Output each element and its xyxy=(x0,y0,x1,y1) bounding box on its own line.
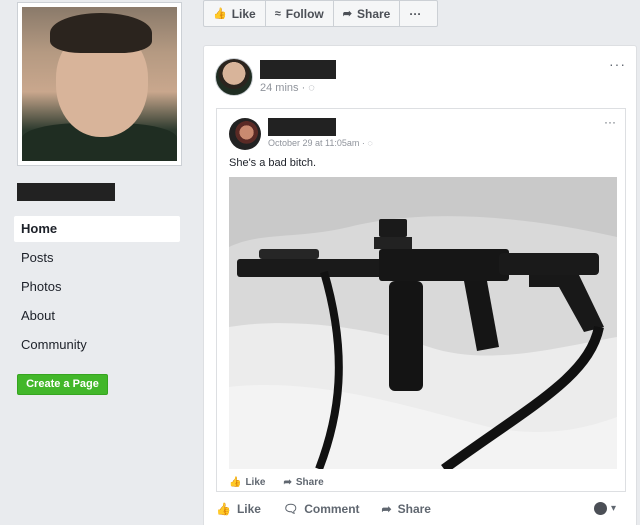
shared-post-text: She's a bad bitch. xyxy=(229,157,317,169)
profile-name-redacted xyxy=(17,183,115,201)
chevron-down-icon: ▾ xyxy=(610,503,616,514)
post-author-name-redacted xyxy=(260,60,336,79)
shared-like-button[interactable]: 👍 Like xyxy=(229,477,265,488)
shared-share-label: Share xyxy=(295,477,324,488)
follow-label: Follow xyxy=(285,6,324,21)
post-timestamp[interactable]: 24 mins · ◌ xyxy=(260,82,315,94)
shared-post-timestamp[interactable]: October 29 at 11:05am · ◌ xyxy=(268,138,373,148)
feed-post: 24 mins · ◌ ··· October 29 at 11:05am · … xyxy=(203,45,637,525)
share-arrow-icon: ➦ xyxy=(283,477,292,488)
nav-item-community[interactable]: Community xyxy=(14,332,180,358)
post-options-menu[interactable]: ··· xyxy=(609,56,626,72)
shared-post-author-name-redacted xyxy=(268,118,336,136)
shared-share-button[interactable]: ➦ Share xyxy=(283,477,323,488)
post-actions: 👍 Like 🗨 Comment ➦ Share xyxy=(216,502,431,516)
thumbs-up-icon: 👍 xyxy=(216,502,231,516)
audience-selector[interactable]: ▾ xyxy=(593,502,616,515)
thumbs-up-icon: 👍 xyxy=(213,8,227,20)
profile-picture-hair xyxy=(50,13,152,53)
comment-button[interactable]: 🗨 Comment xyxy=(283,502,360,516)
nav-item-posts[interactable]: Posts xyxy=(14,245,180,271)
nav-item-photos[interactable]: Photos xyxy=(14,274,180,300)
post-author-avatar[interactable] xyxy=(215,58,253,96)
nav-item-home[interactable]: Home xyxy=(14,216,180,242)
nav-item-about[interactable]: About xyxy=(14,303,180,329)
profile-picture[interactable] xyxy=(22,7,177,161)
profile-nav: Home Posts Photos About Community xyxy=(14,216,180,361)
share-arrow-icon: ➦ xyxy=(342,8,352,20)
rss-icon: ≈ xyxy=(274,7,281,20)
share-arrow-icon: ➦ xyxy=(381,502,392,516)
follow-button[interactable]: ≈ Follow xyxy=(266,1,334,26)
more-options-button[interactable]: ··· xyxy=(400,1,430,26)
like-button[interactable]: 👍 Like xyxy=(216,502,261,516)
comment-label: Comment xyxy=(304,502,360,516)
like-label: Like xyxy=(236,502,261,516)
left-column: Home Posts Photos About Community Create… xyxy=(0,0,192,525)
globe-icon xyxy=(593,502,607,515)
share-button[interactable]: ➦ Share xyxy=(382,502,431,516)
shared-photo-image xyxy=(229,177,617,469)
shared-like-label: Like xyxy=(245,477,266,488)
share-label: Share xyxy=(397,502,431,516)
page-action-bar: 👍 Like ≈ Follow ➦ Share ··· xyxy=(203,0,438,27)
speech-bubble-icon: 🗨 xyxy=(282,502,299,516)
like-page-button[interactable]: 👍 Like xyxy=(204,1,266,26)
like-page-label: Like xyxy=(231,6,256,21)
shared-post-actions: 👍 Like ➦ Share xyxy=(229,477,324,488)
shared-post-author-avatar[interactable] xyxy=(229,118,261,150)
share-page-button[interactable]: ➦ Share xyxy=(334,1,401,26)
profile-picture-frame[interactable] xyxy=(17,2,182,166)
shared-post-options-menu[interactable]: ··· xyxy=(604,115,616,129)
thumbs-up-icon: 👍 xyxy=(229,477,242,488)
share-page-label: Share xyxy=(356,6,391,21)
create-page-button[interactable]: Create a Page xyxy=(17,374,108,395)
shared-post: October 29 at 11:05am · ◌ ··· She's a ba… xyxy=(216,108,626,492)
shared-post-photo[interactable] xyxy=(229,177,617,469)
